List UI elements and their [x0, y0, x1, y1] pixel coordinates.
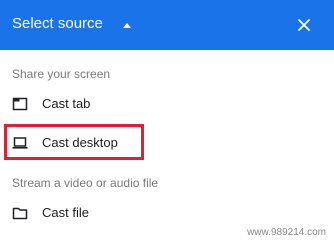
cast-tab-item[interactable]: Cast tab: [6, 91, 216, 117]
caret-up-icon[interactable]: [118, 17, 136, 35]
highlight-box: [4, 124, 144, 160]
watermark: www.989214.com: [247, 227, 326, 238]
cast-tab-label: Cast tab: [42, 96, 91, 111]
section-label-share-screen: Share your screen: [12, 67, 111, 81]
tab-icon: [12, 96, 28, 112]
cast-file-label: Cast file: [42, 205, 89, 220]
folder-icon: [12, 205, 28, 221]
close-icon[interactable]: [294, 15, 314, 35]
cast-file-item[interactable]: Cast file: [6, 200, 216, 226]
header-title: Select source: [12, 15, 103, 32]
section-label-stream-file: Stream a video or audio file: [12, 176, 159, 190]
dialog-header: Select source: [0, 0, 334, 50]
